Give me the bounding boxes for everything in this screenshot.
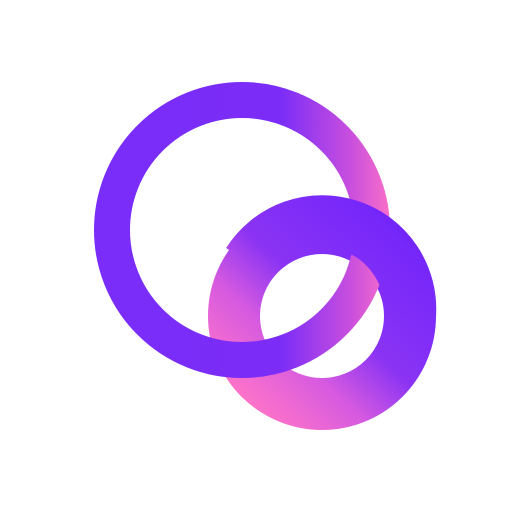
app-icon-canvas bbox=[0, 0, 512, 512]
logo-icon bbox=[94, 82, 437, 430]
